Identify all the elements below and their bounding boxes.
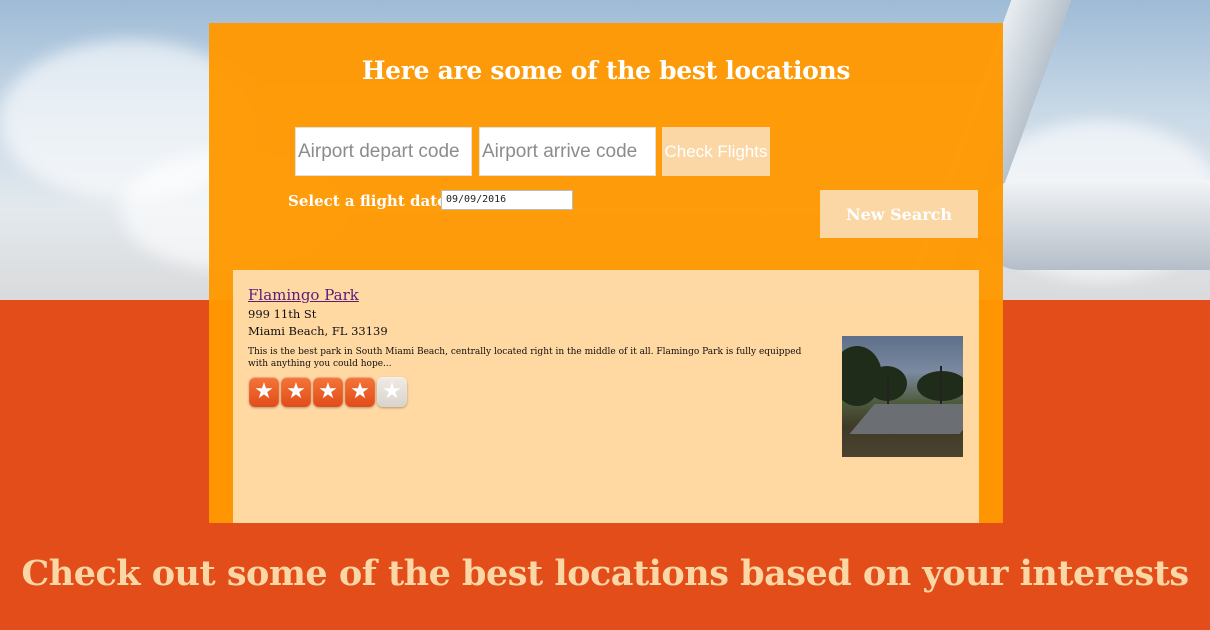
new-search-button[interactable]: New Search: [820, 190, 978, 238]
date-label: Select a flight date:: [288, 192, 453, 210]
search-panel: Here are some of the best locations Chec…: [209, 23, 1003, 523]
arrive-code-input[interactable]: [479, 127, 656, 176]
star-icon: ★: [249, 377, 279, 407]
star-icon: ★: [313, 377, 343, 407]
page-title: Here are some of the best locations: [361, 56, 851, 85]
result-thumbnail-image[interactable]: [842, 336, 963, 457]
footer-headline: Check out some of the best locations bas…: [21, 553, 1189, 594]
star-rating: ★ ★ ★ ★ ★: [249, 377, 407, 409]
star-icon: ★: [345, 377, 375, 407]
result-description: This is the best park in South Miami Bea…: [248, 347, 802, 369]
result-address-line2: Miami Beach, FL 33139: [248, 324, 388, 338]
depart-code-input[interactable]: [295, 127, 472, 176]
result-card: Flamingo Park 999 11th St Miami Beach, F…: [233, 270, 979, 523]
result-address-line1: 999 11th St: [248, 307, 317, 321]
flight-date-input[interactable]: 09/09/2016: [441, 190, 573, 210]
result-title-link[interactable]: Flamingo Park: [248, 286, 359, 304]
check-flights-button[interactable]: Check Flights: [662, 127, 770, 176]
star-icon: ★: [281, 377, 311, 407]
star-icon: ★: [377, 377, 407, 407]
